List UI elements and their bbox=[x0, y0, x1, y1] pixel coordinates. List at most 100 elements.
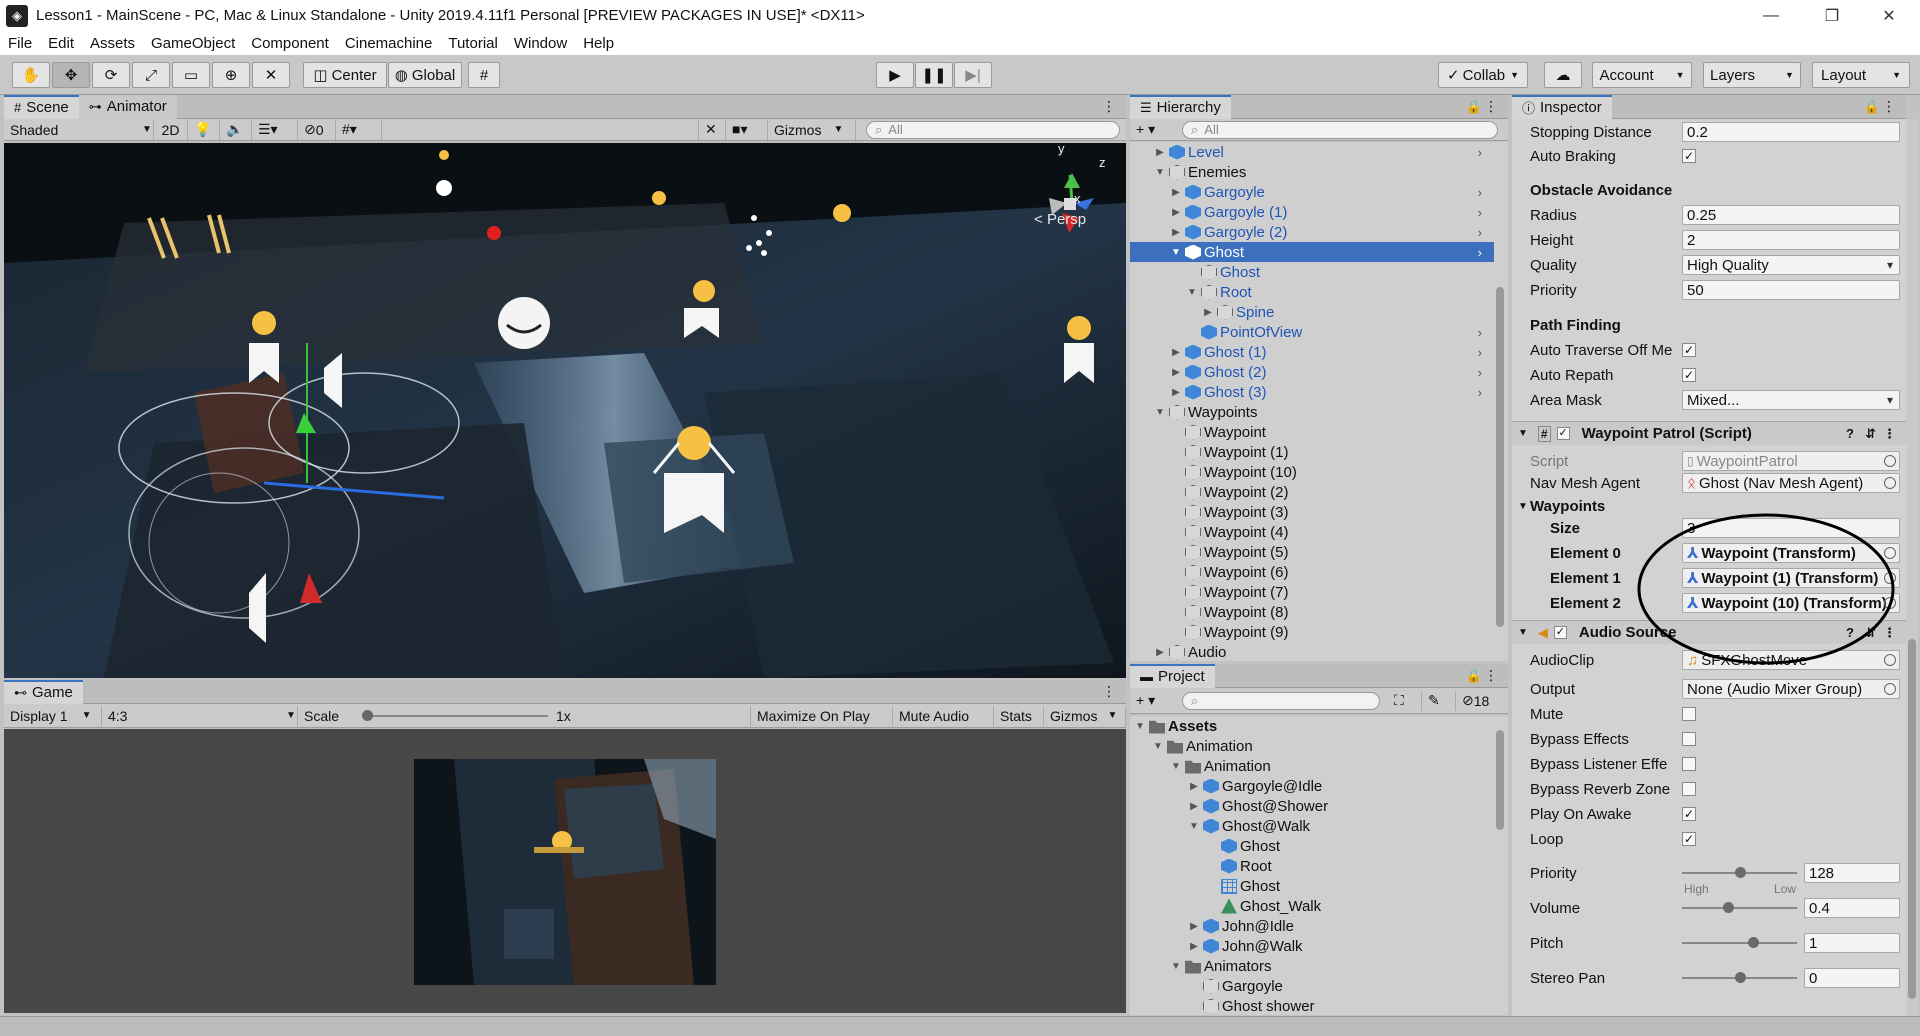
project-item[interactable]: ▶ Ghost@Shower bbox=[1130, 796, 1328, 816]
project-menu-icon[interactable]: ⋮ bbox=[1484, 667, 1498, 684]
rect-tool-icon[interactable]: ▭ bbox=[172, 62, 210, 88]
pivot-global-button[interactable]: ◍ Global bbox=[388, 62, 462, 88]
display-dropdown[interactable]: Display 1 ▼ bbox=[4, 705, 102, 726]
play-button[interactable]: ▶ bbox=[876, 62, 914, 88]
play-on-awake-checkbox[interactable]: ✓ bbox=[1682, 807, 1696, 821]
expand-icon[interactable]: ▶ bbox=[1154, 647, 1166, 658]
audio-collapse-icon[interactable]: ▼ bbox=[1518, 627, 1528, 638]
audio-toggle-icon[interactable]: 🔈 bbox=[220, 119, 252, 140]
hierarchy-item[interactable]: ▶ Ghost (2) › bbox=[1130, 362, 1494, 382]
hierarchy-item[interactable]: Waypoint (4) bbox=[1130, 522, 1494, 542]
filter-type-icon[interactable]: ⛶ bbox=[1388, 690, 1422, 711]
hierarchy-item[interactable]: ▶ Audio bbox=[1130, 642, 1494, 661]
project-item[interactable]: ▶ John@Walk bbox=[1130, 936, 1302, 956]
tab-inspector[interactable]: ⓘ Inspector bbox=[1512, 94, 1612, 119]
menu-assets[interactable]: Assets bbox=[82, 35, 143, 52]
expand-icon[interactable]: ▶ bbox=[1170, 387, 1182, 398]
tab-scene[interactable]: # Scene bbox=[4, 94, 79, 119]
open-prefab-icon[interactable]: › bbox=[1478, 325, 1482, 340]
bypass-effects-checkbox[interactable] bbox=[1682, 732, 1696, 746]
collapse-icon[interactable]: ▼ bbox=[1154, 167, 1166, 178]
open-prefab-icon[interactable]: › bbox=[1478, 185, 1482, 200]
presets-icon[interactable]: ⇵ bbox=[1865, 426, 1876, 442]
hierarchy-item[interactable]: Waypoint (8) bbox=[1130, 602, 1494, 622]
inspector-lock-icon[interactable]: 🔒 bbox=[1864, 99, 1880, 115]
pause-button[interactable]: ❚❚ bbox=[915, 62, 953, 88]
volume-field[interactable]: 0.4 bbox=[1804, 898, 1900, 918]
project-item[interactable]: ▼ Animation bbox=[1130, 736, 1253, 756]
gizmos-dropdown[interactable]: Gizmos ▼ bbox=[768, 119, 856, 140]
move-tool-icon[interactable]: ✥ bbox=[52, 62, 90, 88]
lighting-toggle-icon[interactable]: 💡 bbox=[188, 119, 220, 140]
inspector-scrollbar[interactable] bbox=[1906, 119, 1918, 1016]
menu-window[interactable]: Window bbox=[506, 35, 575, 52]
camera-icon[interactable]: ■▾ bbox=[726, 119, 768, 140]
output-field[interactable]: None (Audio Mixer Group) bbox=[1682, 679, 1900, 699]
hierarchy-item[interactable]: Waypoint (2) bbox=[1130, 482, 1494, 502]
project-search-input[interactable]: ⌕ bbox=[1182, 691, 1380, 710]
hierarchy-item[interactable]: Waypoint bbox=[1130, 422, 1494, 442]
scene-search-input[interactable]: ⌕ All bbox=[866, 120, 1120, 139]
tools-icon[interactable]: ✕ bbox=[698, 119, 726, 140]
height-field[interactable]: 2 bbox=[1682, 230, 1900, 250]
mute-audio-toggle[interactable]: Mute Audio bbox=[893, 705, 994, 726]
auto-repath-checkbox[interactable]: ✓ bbox=[1682, 368, 1696, 382]
lock-icon[interactable]: 🔒 bbox=[1466, 99, 1482, 115]
projection-label[interactable]: < Persp bbox=[1034, 211, 1086, 228]
radius-field[interactable]: 0.25 bbox=[1682, 205, 1900, 225]
volume-slider-track[interactable] bbox=[1682, 907, 1797, 909]
project-item[interactable]: Ghost_Walk bbox=[1130, 896, 1321, 916]
menu-component[interactable]: Component bbox=[243, 35, 337, 52]
hierarchy-item[interactable]: Waypoint (9) bbox=[1130, 622, 1494, 642]
game-view[interactable] bbox=[4, 729, 1126, 1013]
open-prefab-icon[interactable]: › bbox=[1478, 345, 1482, 360]
expand-icon[interactable]: ▶ bbox=[1188, 921, 1200, 932]
inspector-menu-icon[interactable]: ⋮ bbox=[1882, 98, 1896, 115]
hand-tool-icon[interactable]: ✋ bbox=[12, 62, 50, 88]
hierarchy-item[interactable]: ▼ Enemies bbox=[1130, 162, 1494, 182]
nav-priority-field[interactable]: 50 bbox=[1682, 280, 1900, 300]
collab-dropdown[interactable]: ✓ Collab ▼ bbox=[1438, 62, 1528, 88]
collapse-icon[interactable]: ▼ bbox=[1134, 721, 1146, 732]
project-item[interactable]: Root bbox=[1130, 856, 1272, 876]
menu-cinemachine[interactable]: Cinemachine bbox=[337, 35, 441, 52]
hierarchy-item[interactable]: ▼ Root bbox=[1130, 282, 1494, 302]
pitch-slider-knob[interactable] bbox=[1748, 937, 1760, 948]
hierarchy-item[interactable]: ▶ Ghost (1) › bbox=[1130, 342, 1494, 362]
quality-dropdown[interactable]: High Quality bbox=[1682, 255, 1900, 275]
component-menu-icon[interactable]: ⋮ bbox=[1883, 426, 1896, 442]
tab-game[interactable]: ⊷ Game bbox=[4, 679, 83, 704]
bypass-listener-checkbox[interactable] bbox=[1682, 757, 1696, 771]
stereo-pan-slider-knob[interactable] bbox=[1734, 972, 1746, 983]
volume-slider-knob[interactable] bbox=[1723, 902, 1734, 913]
expand-icon[interactable]: ▶ bbox=[1188, 801, 1200, 812]
auto-braking-checkbox[interactable]: ✓ bbox=[1682, 149, 1696, 163]
expand-icon[interactable]: ▶ bbox=[1154, 147, 1166, 158]
menu-edit[interactable]: Edit bbox=[40, 35, 82, 52]
rotate-tool-icon[interactable]: ⟳ bbox=[92, 62, 130, 88]
project-item[interactable]: Ghost bbox=[1130, 836, 1280, 856]
panel-menu-icon[interactable]: ⋮ bbox=[1102, 98, 1116, 115]
collapse-icon[interactable]: ▼ bbox=[1154, 407, 1166, 418]
expand-icon[interactable]: ▶ bbox=[1170, 227, 1182, 238]
bypass-reverb-checkbox[interactable] bbox=[1682, 782, 1696, 796]
hierarchy-scrollbar[interactable] bbox=[1494, 142, 1506, 661]
hierarchy-item[interactable]: Waypoint (10) bbox=[1130, 462, 1494, 482]
priority-slider-knob[interactable] bbox=[1734, 867, 1746, 878]
hierarchy-item[interactable]: ▶ Level › bbox=[1130, 142, 1494, 162]
collapse-icon[interactable]: ▼ bbox=[1170, 761, 1182, 772]
hierarchy-item[interactable]: PointOfView › bbox=[1130, 322, 1494, 342]
nav-mesh-agent-field[interactable]: ᛟ Ghost (Nav Mesh Agent) bbox=[1682, 473, 1900, 493]
collapse-icon[interactable]: ▼ bbox=[1188, 821, 1200, 832]
project-item[interactable]: ▼ Animation bbox=[1130, 756, 1271, 776]
transform-tool-icon[interactable]: ⊕ bbox=[212, 62, 250, 88]
help-icon[interactable]: ? bbox=[1846, 426, 1854, 441]
menu-file[interactable]: File bbox=[0, 35, 40, 52]
scale-slider-knob[interactable] bbox=[362, 710, 373, 721]
menu-tutorial[interactable]: Tutorial bbox=[440, 35, 505, 52]
account-dropdown[interactable]: Account ▼ bbox=[1592, 62, 1692, 88]
collapse-icon[interactable]: ▼ bbox=[1170, 247, 1182, 258]
expand-icon[interactable]: ▶ bbox=[1202, 307, 1214, 318]
hierarchy-item[interactable]: Ghost bbox=[1130, 262, 1494, 282]
collapse-icon[interactable]: ▼ bbox=[1152, 741, 1164, 752]
